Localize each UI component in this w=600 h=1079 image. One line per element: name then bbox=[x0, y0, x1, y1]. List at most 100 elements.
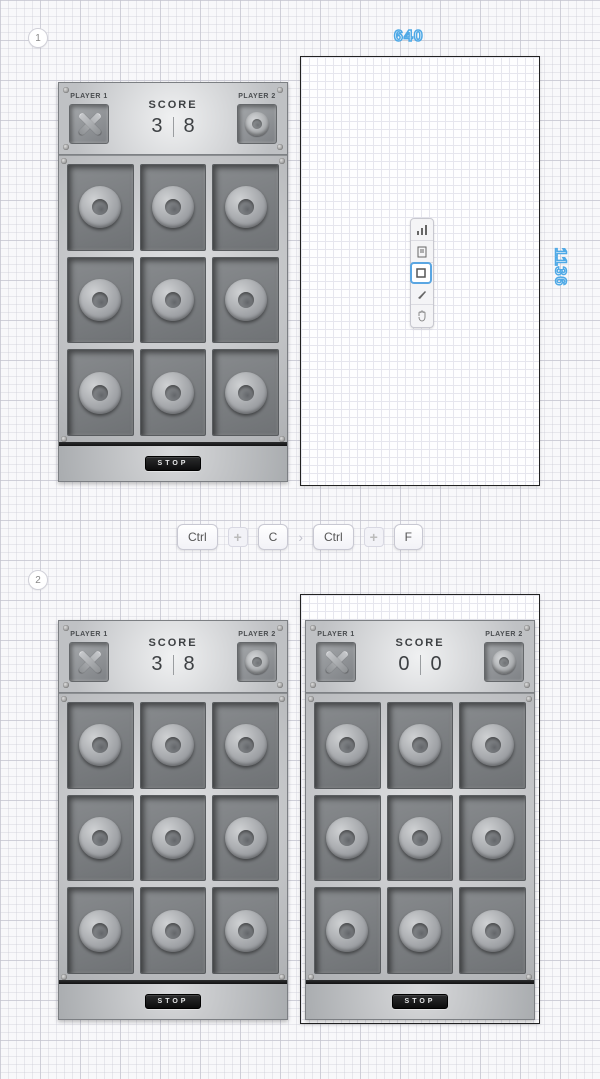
dimension-width-label: 640 bbox=[394, 28, 424, 46]
grid-cell[interactable] bbox=[314, 702, 381, 789]
screw-icon bbox=[279, 436, 285, 442]
grid-cell[interactable] bbox=[459, 795, 526, 882]
grid-cell[interactable] bbox=[212, 349, 279, 436]
o-piece-icon bbox=[472, 817, 514, 859]
key-label: C bbox=[269, 530, 278, 544]
key-ctrl: Ctrl bbox=[177, 524, 218, 550]
o-piece-icon bbox=[399, 817, 441, 859]
x-icon bbox=[77, 650, 101, 674]
grid-cell[interactable] bbox=[140, 164, 207, 251]
player1-tile[interactable] bbox=[69, 642, 109, 682]
player2-tile[interactable] bbox=[237, 104, 277, 144]
o-piece-icon bbox=[152, 186, 194, 228]
player2-box: PLAYER 2 bbox=[237, 93, 277, 144]
grid-cell[interactable] bbox=[459, 887, 526, 974]
player1-tile[interactable] bbox=[316, 642, 356, 682]
screw-icon bbox=[308, 696, 314, 702]
player1-box: PLAYER 1 bbox=[316, 631, 356, 682]
grid-cell[interactable] bbox=[212, 257, 279, 344]
grid-cell[interactable] bbox=[212, 887, 279, 974]
knife-icon[interactable] bbox=[411, 283, 433, 305]
grid-cell[interactable] bbox=[67, 257, 134, 344]
game-grid bbox=[59, 693, 287, 983]
score-box: SCORE 3 8 bbox=[148, 637, 197, 676]
player1-box: PLAYER 1 bbox=[69, 631, 109, 682]
grid-cell[interactable] bbox=[67, 349, 134, 436]
grid-cell[interactable] bbox=[140, 702, 207, 789]
game-board-c: PLAYER 1 SCORE 0 0 PLAYER 2 bbox=[305, 620, 535, 1020]
o-piece-icon bbox=[152, 724, 194, 766]
player2-label: PLAYER 2 bbox=[485, 631, 523, 638]
score-divider bbox=[420, 655, 421, 675]
document-icon[interactable] bbox=[411, 241, 433, 263]
grid-cell[interactable] bbox=[140, 795, 207, 882]
stop-button[interactable]: STOP bbox=[145, 994, 202, 1009]
player2-tile[interactable] bbox=[237, 642, 277, 682]
player1-tile[interactable] bbox=[69, 104, 109, 144]
o-piece-icon bbox=[79, 279, 121, 321]
player2-box: PLAYER 2 bbox=[484, 631, 524, 682]
score-box: SCORE 3 8 bbox=[148, 99, 197, 138]
grid-cell[interactable] bbox=[67, 702, 134, 789]
stop-button[interactable]: STOP bbox=[392, 994, 449, 1009]
player2-label: PLAYER 2 bbox=[238, 93, 276, 100]
score-label: SCORE bbox=[148, 637, 197, 649]
screw-icon bbox=[279, 158, 285, 164]
score-values: 0 0 bbox=[398, 653, 441, 676]
screw-icon bbox=[526, 974, 532, 980]
o-piece-icon bbox=[225, 186, 267, 228]
player1-label: PLAYER 1 bbox=[70, 631, 108, 638]
player2-label: PLAYER 2 bbox=[238, 631, 276, 638]
o-piece-icon bbox=[326, 910, 368, 952]
key-f: F bbox=[394, 524, 423, 550]
stop-button-label: STOP bbox=[405, 998, 436, 1005]
player1-label: PLAYER 1 bbox=[317, 631, 355, 638]
screw-icon bbox=[308, 974, 314, 980]
key-label: F bbox=[405, 530, 412, 544]
score-p2: 8 bbox=[184, 115, 195, 138]
score-label: SCORE bbox=[395, 637, 444, 649]
player2-tile[interactable] bbox=[484, 642, 524, 682]
floating-toolbar bbox=[410, 218, 434, 328]
game-grid bbox=[59, 155, 287, 445]
plus-icon: + bbox=[228, 527, 248, 547]
chart-icon[interactable] bbox=[411, 219, 433, 241]
step-badge-1: 1 bbox=[28, 28, 48, 48]
grid-cell[interactable] bbox=[387, 887, 454, 974]
score-values: 3 8 bbox=[151, 653, 194, 676]
grid-cell[interactable] bbox=[212, 795, 279, 882]
o-piece-icon bbox=[152, 910, 194, 952]
footer-bar bbox=[59, 442, 287, 446]
grid-cell[interactable] bbox=[212, 702, 279, 789]
artboard-icon[interactable] bbox=[410, 262, 432, 284]
grid-cell[interactable] bbox=[67, 887, 134, 974]
grid-cell[interactable] bbox=[140, 257, 207, 344]
stop-button[interactable]: STOP bbox=[145, 456, 202, 471]
grid-cell[interactable] bbox=[459, 702, 526, 789]
screw-icon bbox=[63, 682, 69, 688]
grid-cell[interactable] bbox=[67, 164, 134, 251]
score-p2: 0 bbox=[431, 653, 442, 676]
screw-icon bbox=[524, 682, 530, 688]
grid-cell[interactable] bbox=[314, 887, 381, 974]
key-ctrl: Ctrl bbox=[313, 524, 354, 550]
screw-icon bbox=[277, 682, 283, 688]
screw-icon bbox=[279, 696, 285, 702]
screw-icon bbox=[524, 625, 530, 631]
grid-cell[interactable] bbox=[67, 795, 134, 882]
grid-cell[interactable] bbox=[212, 164, 279, 251]
o-piece-icon bbox=[152, 372, 194, 414]
grid-cell[interactable] bbox=[140, 887, 207, 974]
grid-cell[interactable] bbox=[314, 795, 381, 882]
grid-cell[interactable] bbox=[387, 795, 454, 882]
grid-cell[interactable] bbox=[140, 349, 207, 436]
o-piece-icon bbox=[225, 724, 267, 766]
o-piece-icon bbox=[326, 817, 368, 859]
grid-cell[interactable] bbox=[387, 702, 454, 789]
key-label: Ctrl bbox=[324, 530, 343, 544]
score-divider bbox=[173, 117, 174, 137]
hand-icon[interactable] bbox=[411, 305, 433, 327]
o-piece-icon bbox=[79, 372, 121, 414]
screw-icon bbox=[61, 436, 67, 442]
x-icon bbox=[324, 650, 348, 674]
